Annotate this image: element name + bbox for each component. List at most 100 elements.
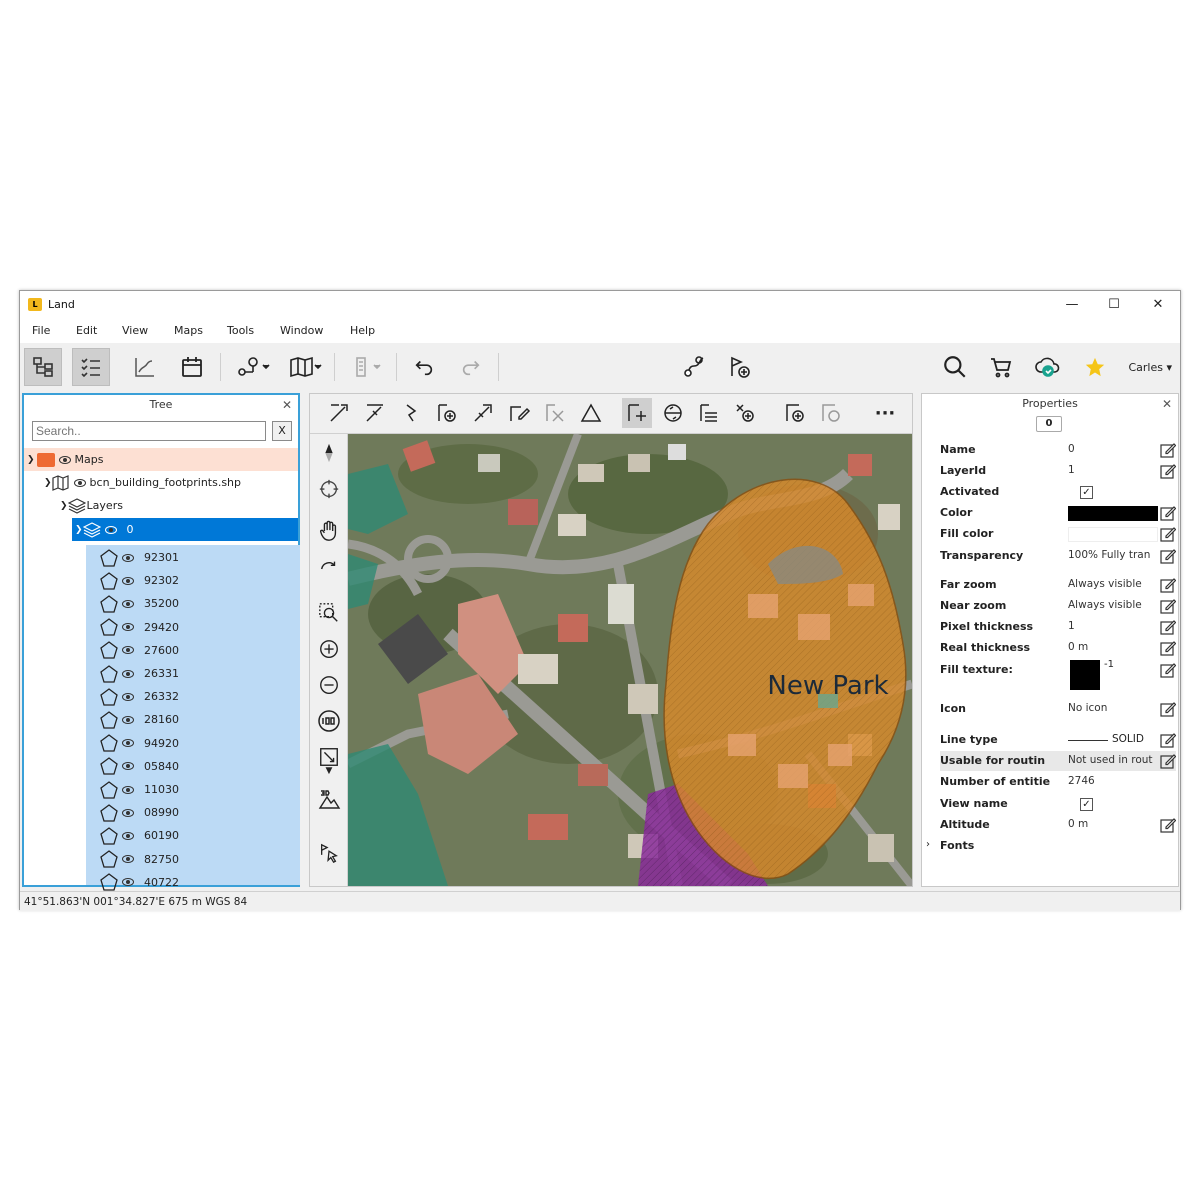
map-canvas[interactable]: New Park [348, 434, 912, 886]
tree-row-feature[interactable]: 60190 [100, 824, 179, 847]
menu-window[interactable]: Window [280, 324, 323, 337]
merge-tool[interactable] [730, 398, 760, 428]
chart-button[interactable] [126, 348, 164, 386]
edit-icon[interactable] [1160, 753, 1176, 769]
tree-view-button[interactable] [24, 348, 62, 386]
visibility-eye-icon[interactable] [122, 762, 134, 771]
tree-row-feature[interactable]: 27600 [100, 639, 179, 662]
favorites-button[interactable] [1076, 348, 1114, 386]
fill-color-swatch[interactable] [1068, 527, 1158, 542]
waypoint-add-button[interactable] [720, 348, 758, 386]
tree-row-feature[interactable]: 26332 [100, 685, 179, 708]
close-window-button[interactable]: ✕ [1138, 294, 1178, 316]
visibility-eye-icon[interactable] [122, 599, 134, 608]
zoom-100-button[interactable] [314, 706, 344, 736]
locate-button[interactable] [314, 474, 344, 504]
undo-button[interactable] [405, 348, 443, 386]
cloud-sync-button[interactable] [1029, 348, 1067, 386]
tree-row-layers[interactable]: ❯ Layers [60, 494, 298, 517]
tree-panel-close-button[interactable]: ✕ [282, 398, 292, 412]
draw-curve-tool[interactable] [396, 398, 426, 428]
edit-icon[interactable] [1160, 505, 1176, 521]
edit-icon[interactable] [1160, 548, 1176, 564]
menu-edit[interactable]: Edit [76, 324, 97, 337]
calendar-button[interactable] [173, 348, 211, 386]
visibility-eye-icon[interactable] [122, 855, 134, 864]
add-node-tool[interactable] [432, 398, 462, 428]
zoom-in-button[interactable] [314, 634, 344, 664]
visibility-eye-icon[interactable] [58, 455, 71, 464]
visibility-eye-icon[interactable] [122, 739, 134, 748]
visibility-eye-icon[interactable] [122, 785, 134, 794]
checklist-button[interactable] [72, 348, 110, 386]
visibility-eye-icon[interactable] [122, 646, 134, 655]
edit-line-tool[interactable] [504, 398, 534, 428]
color-swatch[interactable] [1068, 506, 1158, 521]
edit-icon[interactable] [1160, 598, 1176, 614]
maximize-button[interactable]: ☐ [1094, 294, 1134, 316]
gps-track-button[interactable] [675, 348, 713, 386]
tree-row-feature[interactable]: 08990 [100, 801, 179, 824]
rotate-tool[interactable] [658, 398, 688, 428]
expand-tools-button[interactable]: ▼ [314, 764, 344, 778]
draw-split-tool[interactable] [360, 398, 390, 428]
tree-row-feature[interactable]: 92301 [100, 546, 179, 569]
visibility-eye-icon[interactable] [73, 478, 86, 487]
properties-close-button[interactable]: ✕ [1162, 397, 1172, 411]
tree-row-feature[interactable]: 05840 [100, 755, 179, 778]
cut-tool[interactable] [540, 398, 570, 428]
rotate-map-button[interactable] [314, 554, 344, 584]
chevron-right-icon[interactable]: › [926, 839, 930, 850]
redo-button[interactable] [452, 348, 490, 386]
visibility-eye-icon[interactable] [122, 669, 134, 678]
3d-view-button[interactable] [314, 784, 344, 814]
edit-icon[interactable] [1160, 732, 1176, 748]
edit-icon[interactable] [1160, 619, 1176, 635]
layer-stack-button[interactable] [344, 348, 388, 386]
search-button[interactable] [936, 348, 974, 386]
edit-icon[interactable] [1160, 577, 1176, 593]
tree-search-input[interactable] [32, 421, 266, 441]
menu-help[interactable]: Help [350, 324, 375, 337]
visibility-eye-icon[interactable] [104, 525, 117, 534]
draw-line-tool[interactable] [324, 398, 354, 428]
more-tools-button[interactable]: ··· [870, 398, 900, 428]
edit-icon[interactable] [1160, 463, 1176, 479]
tree-row-feature[interactable]: 29420 [100, 616, 179, 639]
select-point-button[interactable] [314, 838, 344, 868]
edit-icon[interactable] [1160, 662, 1176, 678]
tree-row-feature[interactable]: 11030 [100, 778, 179, 801]
tree-row-feature[interactable]: 28160 [100, 708, 179, 731]
visibility-eye-icon[interactable] [122, 553, 134, 562]
satellite-map[interactable]: New Park [348, 434, 912, 886]
edit-icon[interactable] [1160, 817, 1176, 833]
tree-row-feature[interactable]: 94920 [100, 732, 179, 755]
minimize-button[interactable]: — [1052, 294, 1092, 316]
edit-icon[interactable] [1160, 701, 1176, 717]
search-clear-button[interactable]: X [272, 421, 292, 441]
layer-edit-tool[interactable] [694, 398, 724, 428]
route-button[interactable] [232, 348, 276, 386]
visibility-eye-icon[interactable] [122, 692, 134, 701]
property-checkbox[interactable]: ✓ [1080, 798, 1093, 811]
tree-row-feature[interactable]: 92302 [100, 569, 179, 592]
fill-texture-swatch[interactable] [1070, 660, 1100, 690]
zoom-out-button[interactable] [314, 670, 344, 700]
visibility-eye-icon[interactable] [122, 831, 134, 840]
move-node-tool[interactable] [622, 398, 652, 428]
visibility-eye-icon[interactable] [122, 623, 134, 632]
reshape-tool[interactable] [468, 398, 498, 428]
menu-tools[interactable]: Tools [227, 324, 254, 337]
zoom-area-button[interactable] [314, 598, 344, 628]
edit-icon[interactable] [1160, 442, 1176, 458]
menu-view[interactable]: View [122, 324, 148, 337]
menu-maps[interactable]: Maps [174, 324, 203, 337]
tree-row-layer-0[interactable]: ❯ 0 [72, 518, 298, 541]
menu-file[interactable]: File [32, 324, 50, 337]
tree-row-feature[interactable]: 26331 [100, 662, 179, 685]
cart-button[interactable] [982, 348, 1020, 386]
tree-row-shapefile[interactable]: ❯ bcn_building_footprints.shp [44, 471, 298, 494]
tree-row-feature[interactable]: 35200 [100, 592, 179, 615]
map-button[interactable] [284, 348, 328, 386]
visibility-eye-icon[interactable] [122, 715, 134, 724]
